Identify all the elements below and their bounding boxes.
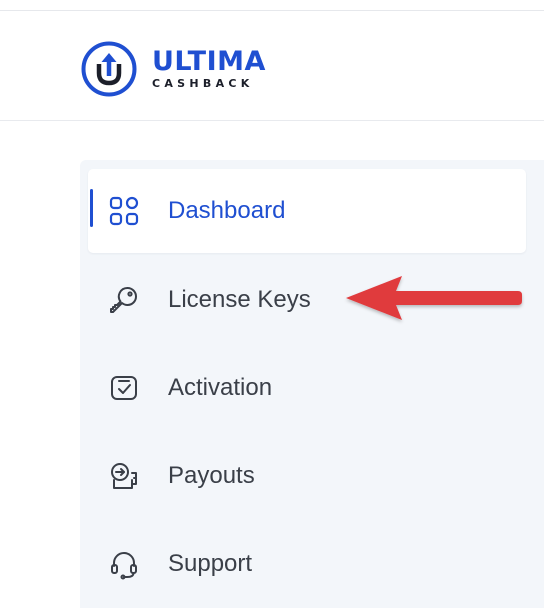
sidebar-item-dashboard[interactable]: Dashboard — [88, 169, 526, 253]
logo-icon — [81, 41, 137, 97]
page: ULTIMA CASHBACK Dashboard License Keys A… — [0, 0, 544, 608]
sidebar-nav: Dashboard License Keys Activation Payout… — [80, 160, 544, 608]
header-divider — [0, 120, 544, 121]
sidebar-item-support[interactable]: Support — [88, 522, 526, 606]
brand-name: ULTIMA — [152, 46, 266, 77]
sidebar-item-payouts[interactable]: Payouts — [88, 434, 526, 518]
annotation-arrow — [346, 276, 522, 320]
top-divider — [0, 10, 544, 11]
brand-tagline: CASHBACK — [152, 77, 254, 90]
wallet-arrow-icon — [111, 463, 137, 489]
brand-logo[interactable]: ULTIMA CASHBACK — [80, 40, 266, 98]
sidebar-item-label: Activation — [168, 374, 273, 401]
sidebar-item-label: Payouts — [168, 462, 255, 489]
sidebar-item-activation[interactable]: Activation — [88, 346, 526, 430]
logo-wordmark: ULTIMA CASHBACK — [152, 48, 266, 90]
headset-icon — [111, 552, 137, 580]
active-indicator — [90, 189, 93, 227]
sidebar-item-label: Support — [168, 550, 253, 577]
monitor-check-icon — [111, 376, 137, 400]
grid-icon — [109, 196, 139, 226]
key-icon — [110, 286, 137, 313]
sidebar-item-label: License Keys — [168, 286, 311, 313]
sidebar-item-label: Dashboard — [168, 197, 286, 224]
